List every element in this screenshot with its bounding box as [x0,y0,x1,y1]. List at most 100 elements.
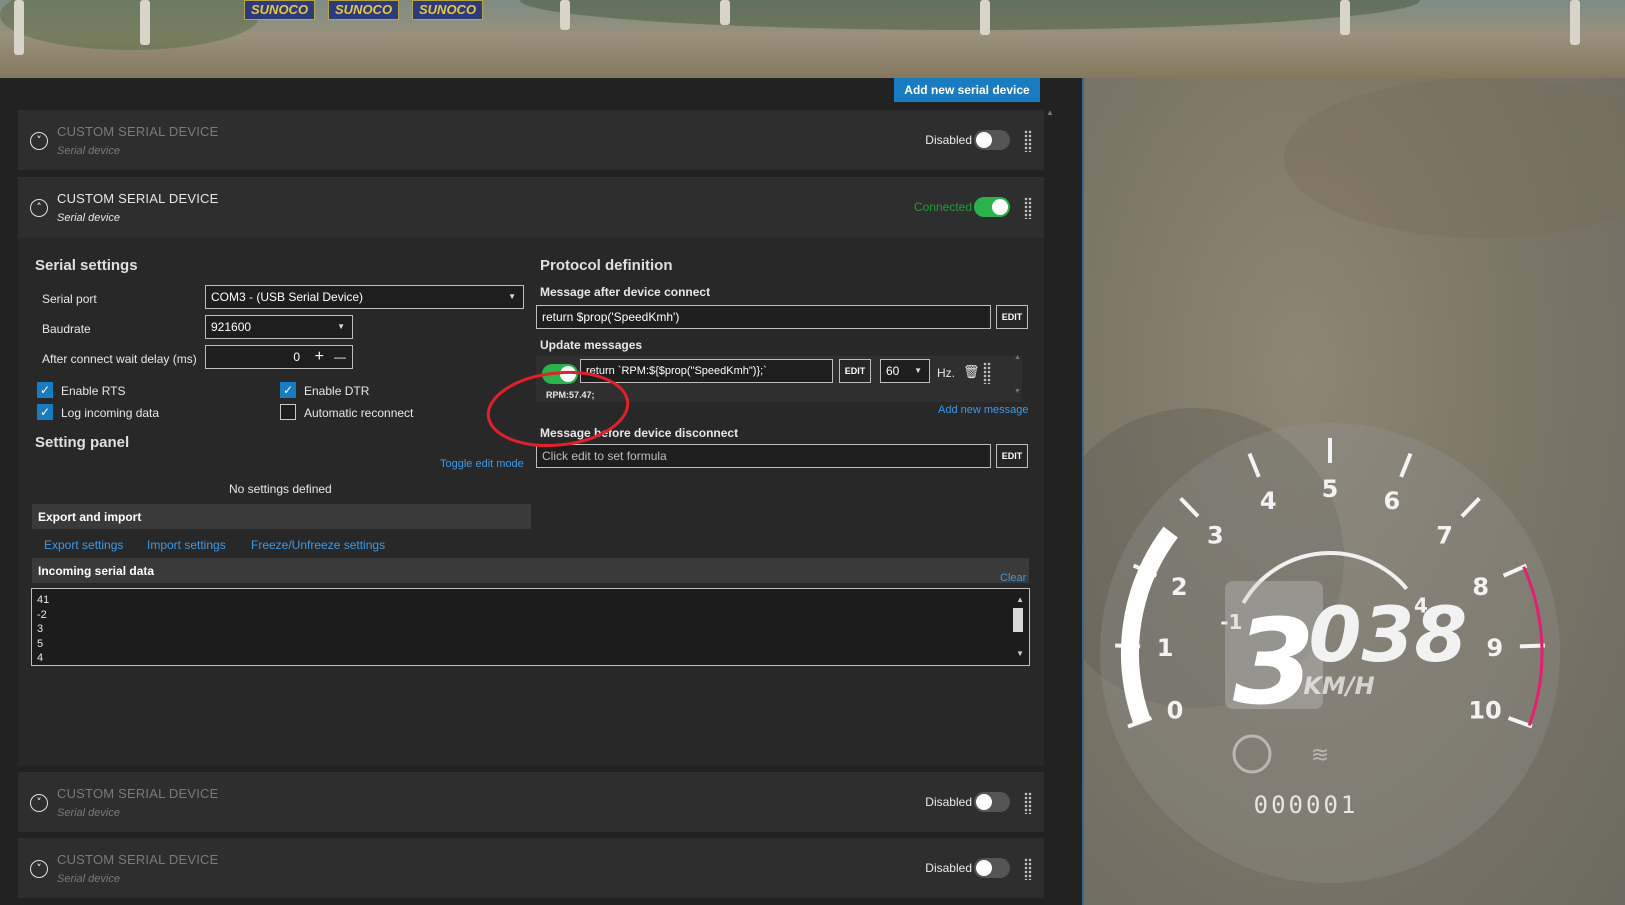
sunoco-banner: SUNOCO [412,0,484,20]
sunoco-banner: SUNOCO [328,0,400,20]
enable-dtr-checkbox[interactable]: ✓ [280,382,296,398]
enable-rts-label: Enable RTS [61,384,126,398]
trash-icon[interactable]: 🗑 [963,364,980,380]
chevron-down-icon[interactable]: ˅ [30,132,48,150]
incoming-data-heading: Incoming serial data [32,558,1029,583]
update-edit-button[interactable]: EDIT [839,359,871,383]
drag-handle-icon[interactable] [1024,130,1032,152]
export-settings-link[interactable]: Export settings [44,538,123,552]
update-rate-select[interactable]: 60 ▼ [880,359,930,383]
gauge-tick-label: 4 [1260,487,1277,515]
disconnect-message-placeholder: Click edit to set formula [542,449,667,463]
coolant-icon: ≋ [1311,742,1329,767]
scroll-down-icon[interactable]: ▼ [1014,388,1021,395]
app-panel: Add new serial device ▲ ˅ CUSTOM SERIAL … [0,78,1084,905]
protocol-definition-heading: Protocol definition [540,257,673,274]
gauge-tick-label: 10 [1468,696,1501,724]
gauge-tick-label: 3 [1207,521,1224,549]
device-title: CUSTOM SERIAL DEVICE [57,191,219,206]
device-title: CUSTOM SERIAL DEVICE [57,852,219,867]
auto-reconnect-checkbox[interactable] [280,404,296,420]
annotation-ellipse [486,370,630,448]
serial-port-select[interactable]: COM3 - (USB Serial Device) ▼ [205,285,524,309]
tree [980,0,990,35]
increment-icon[interactable]: + [315,346,324,368]
foliage [0,0,260,50]
gauge-tick-label: 1 [1157,634,1174,662]
tree [14,0,24,55]
drag-handle-icon[interactable] [1024,792,1032,814]
dropdown-arrow-icon: ▼ [914,366,922,375]
incoming-data-log[interactable]: 41 -2 3 5 4 ▲ ▼ [31,588,1030,666]
gauge-tick-label: 8 [1472,573,1489,601]
enable-dtr-label: Enable DTR [304,384,370,398]
connect-delay-stepper[interactable]: 0 + — [205,345,353,369]
serial-port-value: COM3 - (USB Serial Device) [211,290,364,304]
log-scrollbar-thumb[interactable] [1013,608,1023,632]
log-line: 41 [37,594,50,606]
foliage [520,0,1420,30]
device-body: Serial settings Serial port COM3 - (USB … [18,238,1044,766]
setting-panel-heading: Setting panel [35,434,130,451]
device-enable-toggle[interactable] [974,130,1010,150]
odometer: 000001 [1254,791,1359,819]
toggle-knob [992,199,1008,215]
tree [1340,0,1350,35]
chevron-down-icon[interactable]: ˅ [30,794,48,812]
speed-digit-main: 3 [1233,593,1315,731]
serial-settings-heading: Serial settings [35,257,138,274]
update-rate-value: 60 [886,364,900,378]
device-subtitle: Serial device [57,212,120,224]
sunoco-banner: SUNOCO [244,0,316,20]
log-line: -2 [37,608,47,621]
device-title: CUSTOM SERIAL DEVICE [57,124,219,139]
log-incoming-checkbox[interactable]: ✓ [37,404,53,420]
panel-scroll-up-icon[interactable]: ▲ [1046,108,1054,117]
chevron-down-icon[interactable]: ˅ [30,860,48,878]
chevron-up-icon[interactable]: ˄ [30,199,48,217]
add-serial-device-button[interactable]: Add new serial device [894,78,1040,102]
device-header[interactable]: ˅ CUSTOM SERIAL DEVICE Serial device Dis… [18,772,1044,832]
device-enable-toggle[interactable] [974,197,1010,217]
device-status: Disabled [925,795,972,809]
baudrate-label: Baudrate [42,322,91,336]
device-enable-toggle[interactable] [974,792,1010,812]
decrement-icon[interactable]: — [334,346,346,368]
device-header[interactable]: ˅ CUSTOM SERIAL DEVICE Serial device Dis… [18,110,1044,170]
device-enable-toggle[interactable] [974,858,1010,878]
disconnect-edit-button[interactable]: EDIT [996,444,1028,468]
log-line: 5 [37,637,44,650]
drag-handle-icon[interactable] [983,362,991,384]
clear-log-link[interactable]: Clear [1000,572,1026,584]
gauge-tick-label: 2 [1171,573,1188,601]
speed-unit: KM/H [1303,672,1374,700]
game-background-top: SUNOCO SUNOCO SUNOCO [0,0,1625,78]
scroll-down-icon[interactable]: ▼ [1016,647,1024,662]
speedometer-gauge: 012345678910 -14 3 038 KM/H ≋ 000001 [1100,423,1560,883]
drag-handle-icon[interactable] [1024,858,1032,880]
device-status: Connected [913,200,972,214]
drag-handle-icon[interactable] [1024,197,1032,219]
scroll-up-icon[interactable]: ▲ [1014,354,1021,361]
scroll-up-icon[interactable]: ▲ [1016,593,1024,608]
freeze-settings-link[interactable]: Freeze/Unfreeze settings [251,538,385,552]
connect-edit-button[interactable]: EDIT [996,305,1028,329]
device-card: ˅ CUSTOM SERIAL DEVICE Serial device Dis… [18,772,1044,832]
update-messages-label: Update messages [540,338,643,352]
connect-message-field[interactable]: return $prop('SpeedKmh') [536,305,991,329]
enable-rts-checkbox[interactable]: ✓ [37,382,53,398]
export-import-heading: Export and import [32,504,531,529]
device-card: ˅ CUSTOM SERIAL DEVICE Serial device Dis… [18,838,1044,898]
tree [140,0,150,45]
hz-label: Hz. [937,366,955,380]
baudrate-select[interactable]: 921600 ▼ [205,315,353,339]
gauge-tick-label: 9 [1487,634,1504,662]
import-settings-link[interactable]: Import settings [147,538,226,552]
add-new-message-link[interactable]: Add new message [938,404,1029,416]
toggle-knob [976,132,992,148]
device-subtitle: Serial device [57,873,120,885]
device-header[interactable]: ˄ CUSTOM SERIAL DEVICE Serial device Con… [18,177,1044,237]
device-header[interactable]: ˅ CUSTOM SERIAL DEVICE Serial device Dis… [18,838,1044,898]
toggle-edit-mode-link[interactable]: Toggle edit mode [440,458,524,470]
baudrate-value: 921600 [211,320,252,334]
